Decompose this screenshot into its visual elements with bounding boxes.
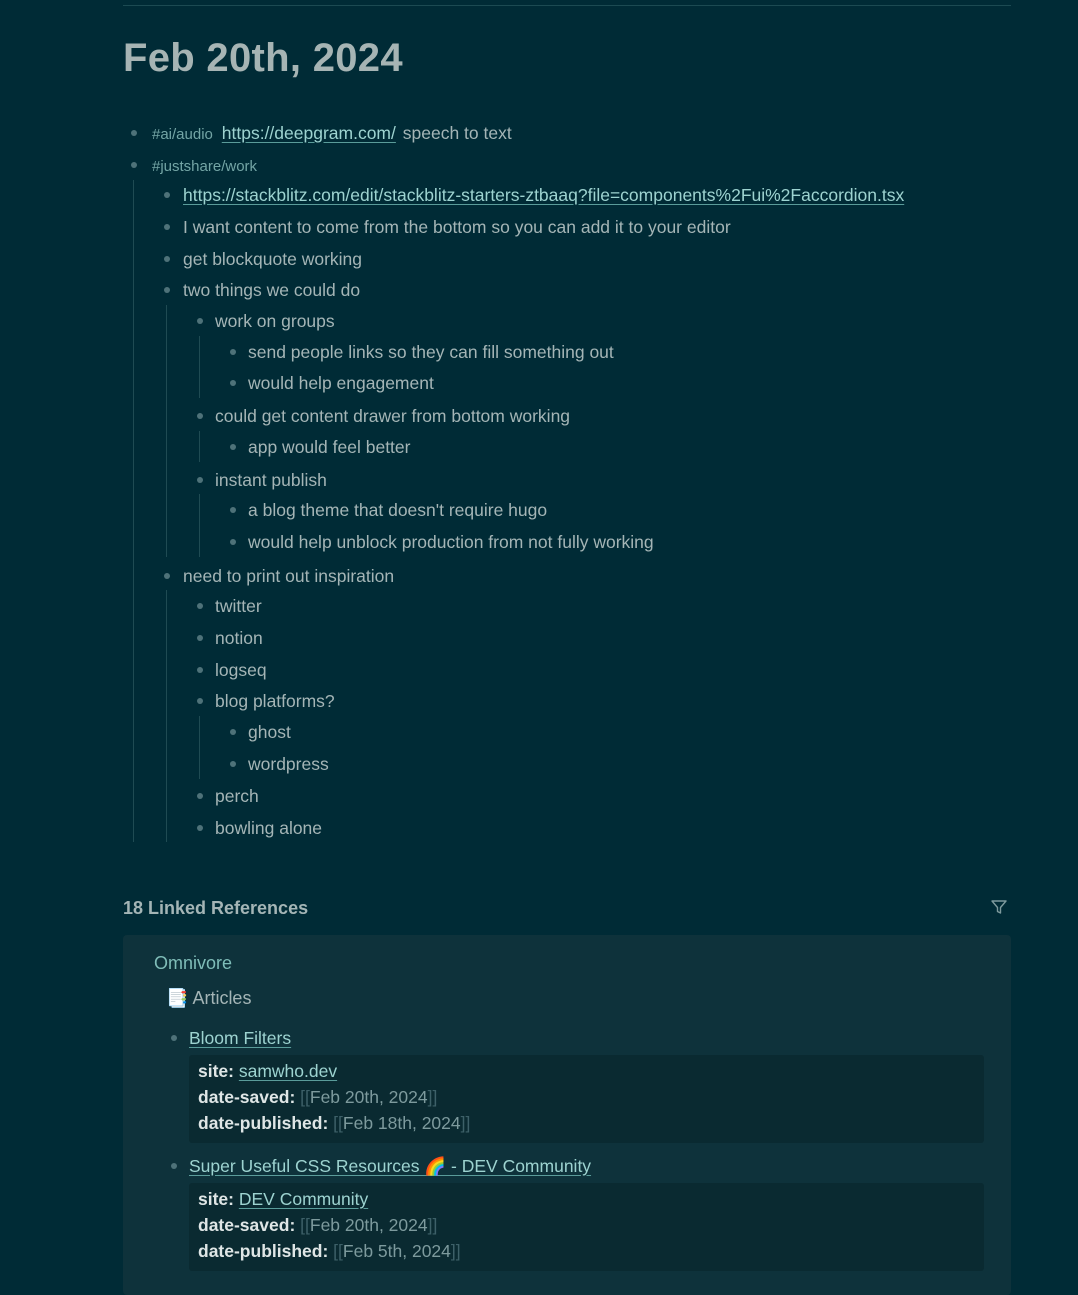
indent-guide bbox=[199, 336, 200, 398]
block-text[interactable]: I want content to come from the bottom s… bbox=[183, 215, 731, 239]
block-text[interactable]: app would feel better bbox=[248, 435, 410, 459]
block-bullet[interactable] bbox=[230, 380, 236, 386]
article-link[interactable]: Super Useful CSS Resources 🌈 - DEV Commu… bbox=[189, 1156, 591, 1176]
block-text[interactable]: get blockquote working bbox=[183, 247, 362, 271]
block-text[interactable]: logseq bbox=[215, 658, 267, 682]
block-bullet[interactable] bbox=[230, 349, 236, 355]
date-link[interactable]: Feb 5th, 2024 bbox=[343, 1241, 451, 1261]
block-bullet[interactable] bbox=[197, 793, 203, 799]
tag-link[interactable]: #justshare/work bbox=[152, 158, 257, 175]
block-text[interactable]: instant publish bbox=[215, 468, 327, 492]
linked-references-header[interactable]: 18 Linked References bbox=[123, 898, 308, 919]
block-text[interactable]: perch bbox=[215, 784, 259, 808]
block-bullet[interactable] bbox=[197, 667, 203, 673]
block-text[interactable]: bowling alone bbox=[215, 816, 322, 840]
block-text[interactable]: need to print out inspiration bbox=[183, 564, 394, 588]
property-date-saved: date-saved: [[Feb 20th, 2024]] bbox=[198, 1087, 438, 1107]
indent-guide bbox=[166, 305, 167, 557]
block-bullet[interactable] bbox=[230, 761, 236, 767]
block-text[interactable]: ghost bbox=[248, 720, 291, 744]
articles-emoji: 📑 bbox=[166, 988, 189, 1008]
block-text[interactable]: send people links so they can fill somet… bbox=[248, 340, 614, 364]
article-title[interactable]: Super Useful CSS Resources 🌈 - DEV Commu… bbox=[189, 1154, 591, 1178]
block-text[interactable]: wordpress bbox=[248, 752, 329, 776]
top-divider bbox=[123, 5, 1011, 6]
property-key: site bbox=[198, 1061, 229, 1081]
block-text[interactable]: would help unblock production from not f… bbox=[248, 530, 654, 554]
articles-block[interactable]: 📑 Articles bbox=[166, 988, 251, 1009]
block-bullet[interactable] bbox=[131, 162, 137, 168]
block-bullet[interactable] bbox=[197, 635, 203, 641]
block-stackblitz-link[interactable]: https://stackblitz.com/edit/stackblitz-s… bbox=[183, 183, 904, 207]
property-date-published: date-published: [[Feb 5th, 2024]] bbox=[198, 1241, 461, 1261]
property-key: date-saved bbox=[198, 1087, 290, 1107]
block-text[interactable]: notion bbox=[215, 626, 263, 650]
indent-guide bbox=[199, 431, 200, 462]
date-link[interactable]: Feb 20th, 2024 bbox=[310, 1215, 428, 1235]
block-bullet[interactable] bbox=[164, 224, 170, 230]
block-text[interactable]: could get content drawer from bottom wor… bbox=[215, 404, 570, 428]
date-link[interactable]: Feb 18th, 2024 bbox=[343, 1113, 461, 1133]
property-date-saved: date-saved: [[Feb 20th, 2024]] bbox=[198, 1215, 438, 1235]
article-title[interactable]: Bloom Filters bbox=[189, 1026, 291, 1050]
block-text[interactable]: twitter bbox=[215, 594, 262, 618]
block-bullet[interactable] bbox=[164, 573, 170, 579]
property-key: date-published bbox=[198, 1241, 323, 1261]
site-link[interactable]: DEV Community bbox=[239, 1189, 368, 1209]
property-site: site: samwho.dev bbox=[198, 1061, 338, 1081]
url-link[interactable]: https://stackblitz.com/edit/stackblitz-s… bbox=[183, 185, 904, 205]
property-key: date-saved bbox=[198, 1215, 290, 1235]
block-text[interactable]: would help engagement bbox=[248, 371, 434, 395]
site-link[interactable]: samwho.dev bbox=[239, 1061, 337, 1081]
block-text[interactable]: blog platforms? bbox=[215, 689, 335, 713]
block-bullet[interactable] bbox=[171, 1163, 177, 1169]
block-bullet[interactable] bbox=[197, 318, 203, 324]
block-bullet[interactable] bbox=[230, 729, 236, 735]
block-text[interactable]: a blog theme that doesn't require hugo bbox=[248, 498, 547, 522]
indent-guide bbox=[133, 180, 134, 842]
block-justshare-work[interactable]: #justshare/work bbox=[152, 153, 257, 179]
article-link[interactable]: Bloom Filters bbox=[189, 1028, 291, 1048]
property-date-published: date-published: [[Feb 18th, 2024]] bbox=[198, 1113, 471, 1133]
block-bullet[interactable] bbox=[230, 444, 236, 450]
tag-link[interactable]: #ai/audio bbox=[152, 126, 213, 143]
block-bullet[interactable] bbox=[197, 603, 203, 609]
filter-icon[interactable] bbox=[990, 898, 1008, 916]
block-bullet[interactable] bbox=[230, 507, 236, 513]
block-bullet[interactable] bbox=[197, 825, 203, 831]
block-text: speech to text bbox=[402, 123, 512, 143]
property-key: date-published bbox=[198, 1113, 323, 1133]
block-text[interactable]: two things we could do bbox=[183, 278, 360, 302]
block-ai-audio[interactable]: #ai/audio https://deepgram.com/ speech t… bbox=[152, 121, 512, 147]
indent-guide bbox=[166, 590, 167, 842]
url-link[interactable]: https://deepgram.com/ bbox=[222, 123, 396, 143]
indent-guide bbox=[199, 494, 200, 557]
block-bullet[interactable] bbox=[197, 413, 203, 419]
property-key: site bbox=[198, 1189, 229, 1209]
reference-page-link[interactable]: Omnivore bbox=[154, 953, 232, 974]
block-bullet[interactable] bbox=[131, 130, 137, 136]
block-bullet[interactable] bbox=[171, 1035, 177, 1041]
block-bullet[interactable] bbox=[164, 287, 170, 293]
block-bullet[interactable] bbox=[230, 539, 236, 545]
date-link[interactable]: Feb 20th, 2024 bbox=[310, 1087, 428, 1107]
block-bullet[interactable] bbox=[164, 192, 170, 198]
property-site: site: DEV Community bbox=[198, 1189, 369, 1209]
indent-guide bbox=[199, 716, 200, 779]
page-title: Feb 20th, 2024 bbox=[123, 36, 403, 80]
block-bullet[interactable] bbox=[197, 698, 203, 704]
articles-label: Articles bbox=[192, 988, 252, 1008]
block-bullet[interactable] bbox=[164, 256, 170, 262]
block-bullet[interactable] bbox=[197, 477, 203, 483]
block-text[interactable]: work on groups bbox=[215, 309, 335, 333]
